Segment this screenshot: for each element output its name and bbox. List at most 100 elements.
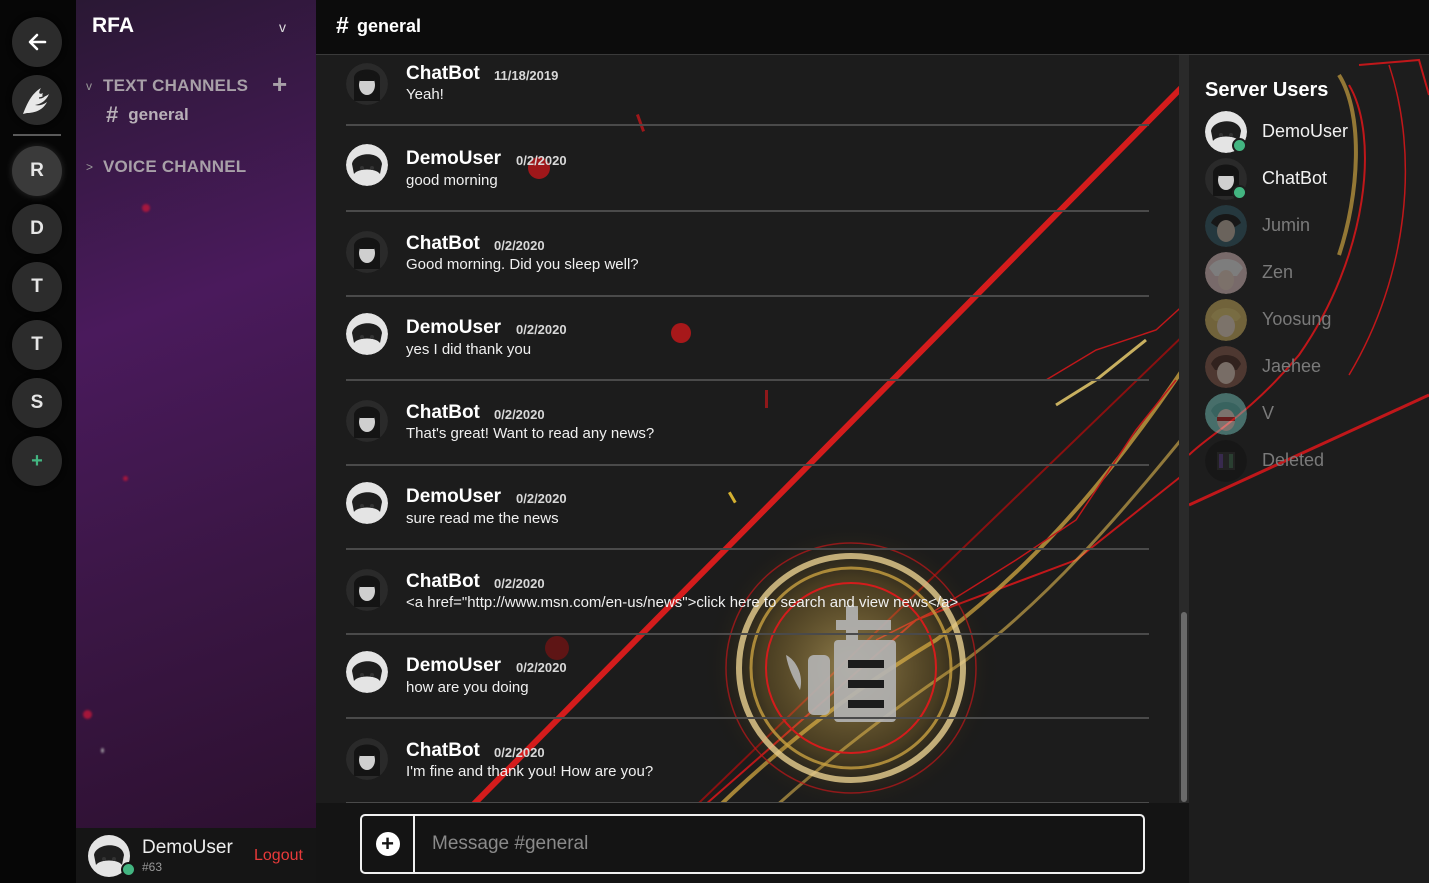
online-status-dot [121,862,136,877]
avatar [1205,299,1247,341]
avatar[interactable] [346,569,388,611]
decor-speck [101,748,104,753]
server-initial: T [31,276,43,297]
message-timestamp: 0/2/2020 [494,745,545,760]
member-name: ChatBot [1262,168,1328,188]
message-author[interactable]: ChatBot [406,571,480,593]
message-text: yes I did thank you [406,341,532,358]
arrow-left-icon [28,33,47,51]
server-initial: S [30,392,44,413]
message-author[interactable]: DemoUser [406,655,501,677]
channel-item-general[interactable]: # general [106,102,189,128]
avatar [1205,205,1247,247]
message-row: ChatBot 11/18/2019 Yeah! [346,55,1149,126]
server-name: RFA [92,14,134,37]
server-d-button[interactable]: D [12,204,62,254]
member-name: DemoUser [1262,121,1349,141]
text-channels-category[interactable]: v TEXT CHANNELS [86,76,248,96]
category-label: TEXT CHANNELS [103,76,249,95]
message-row: ChatBot 0/2/2020 I'm fine and thank you!… [346,718,1149,804]
channel-label: general [128,105,189,124]
member-name: Deleted [1262,450,1325,470]
server-r-button[interactable]: R [12,146,62,196]
message-area[interactable]: ChatBot 11/18/2019 Yeah! DemoUser 0/2/20… [316,0,1189,883]
add-server-button[interactable]: + [12,436,62,486]
server-initial: T [31,334,43,355]
message-timestamp: 0/2/2020 [516,322,567,337]
message-author[interactable]: DemoUser [406,148,501,170]
message-timestamp: 0/2/2020 [516,153,567,168]
server-initial: R [30,160,44,181]
member-item[interactable]: ChatBot [1205,158,1425,202]
decor-speck [142,204,150,212]
message-author[interactable]: ChatBot [406,233,480,255]
add-channel-button[interactable]: + [272,70,287,98]
attach-button[interactable]: + [362,816,415,872]
avatar[interactable] [346,651,388,693]
message-row: DemoUser 0/2/2020 how are you doing [346,633,1149,719]
user-tag: #63 [142,860,163,874]
message-timestamp: 0/2/2020 [494,576,545,591]
collapse-arrow-icon: v [86,79,92,93]
user-panel: DemoUser #63 Logout [76,828,316,883]
message-input[interactable] [422,816,1142,872]
avatar[interactable] [346,63,388,105]
message-text: Good morning. Did you sleep well? [406,256,639,273]
member-list: Server Users DemoUser ChatBot Jumin Zen … [1189,55,1429,883]
back-button[interactable] [12,17,62,67]
member-name: V [1262,403,1275,423]
message-row: ChatBot 0/2/2020 Good morning. Did you s… [346,211,1149,297]
message-timestamp: 11/18/2019 [494,68,559,83]
message-author[interactable]: DemoUser [406,317,501,339]
message-text: how are you doing [406,679,529,696]
member-item[interactable]: Jumin [1205,205,1425,249]
voice-channel-category[interactable]: > VOICE CHANNEL [86,157,246,177]
server-t-button[interactable]: T [12,262,62,312]
expand-arrow-icon: > [86,160,94,174]
member-name: Jaehee [1262,356,1322,376]
server-s-button[interactable]: S [12,378,62,428]
message-author[interactable]: ChatBot [406,402,480,424]
avatar[interactable] [346,313,388,355]
avatar [1205,393,1247,435]
member-item[interactable]: DemoUser [1205,111,1425,155]
avatar[interactable] [346,738,388,780]
member-item[interactable]: Zen [1205,252,1425,296]
message-text: Yeah! [406,86,444,103]
member-item[interactable]: V [1205,393,1425,437]
fairy-tail-logo-icon [23,88,49,114]
logout-button[interactable]: Logout [254,847,303,865]
member-item[interactable]: Jaehee [1205,346,1425,390]
message-row: DemoUser 0/2/2020 yes I did thank you [346,295,1149,381]
message-author[interactable]: ChatBot [406,740,480,762]
server-initial: D [30,218,44,239]
category-label: VOICE CHANNEL [103,157,247,176]
avatar[interactable] [346,144,388,186]
message-row: ChatBot 0/2/2020 <a href="http://www.msn… [346,549,1149,635]
message-text: I'm fine and thank you! How are you? [406,763,654,780]
message-author[interactable]: ChatBot [406,63,480,85]
member-item[interactable]: Deleted [1205,440,1425,484]
server-menu-chevron[interactable]: v [279,19,286,35]
avatar[interactable] [346,482,388,524]
server-t2-button[interactable]: T [12,320,62,370]
member-item[interactable]: Yoosung [1205,299,1425,343]
avatar [1205,252,1247,294]
scrollbar-thumb[interactable] [1181,612,1187,802]
message-author[interactable]: DemoUser [406,486,501,508]
hash-icon: # [336,12,349,38]
avatar [1205,440,1247,482]
decor-speck [123,476,128,481]
message-timestamp: 0/2/2020 [494,407,545,422]
message-row: ChatBot 0/2/2020 That's great! Want to r… [346,380,1149,466]
online-status-dot [1232,138,1247,153]
composer-area: + [316,803,1189,883]
message-row: DemoUser 0/2/2020 good morning [346,126,1149,212]
message-text: good morning [406,172,498,189]
channel-sidebar: RFA v v TEXT CHANNELS + # general > VOIC… [76,0,316,883]
home-logo-button[interactable] [12,75,62,125]
message-scrollbar[interactable] [1179,55,1189,803]
avatar[interactable] [346,231,388,273]
rail-divider [13,134,61,136]
avatar[interactable] [346,400,388,442]
